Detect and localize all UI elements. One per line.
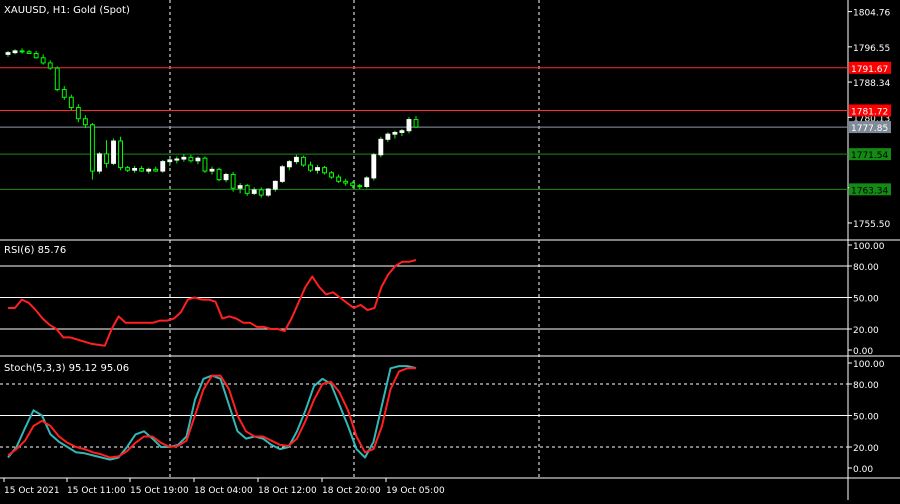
candle-body: [97, 153, 102, 172]
candle-body: [132, 167, 138, 171]
price-level-label: 1791.67: [851, 65, 888, 75]
indicator-tick-label: 100.00: [853, 360, 885, 370]
chart-canvas[interactable]: 100.00 80.00 50.00 20.00 0.00 100.00 80.00 50.…: [0, 0, 900, 500]
indicator-tick-label: 20.00: [853, 326, 879, 336]
indicator-tick-label: 0.00: [853, 347, 873, 357]
indicator-tick-label: 80.00: [853, 381, 879, 391]
price-level-label: 1763.34: [851, 186, 888, 196]
chart-background: [0, 0, 900, 500]
candle-body: [343, 180, 349, 184]
candle-body: [265, 188, 271, 196]
candle-body: [202, 157, 208, 172]
candle-body: [174, 158, 180, 161]
time-tick-label: 18 Oct 20:00: [322, 486, 381, 496]
price-tick-label: 1796.55: [853, 44, 890, 54]
price-tick-label: 1788.34: [853, 79, 890, 89]
candle-body: [68, 96, 74, 109]
price-level-label: 1781.72: [851, 107, 888, 117]
candle-body: [322, 167, 327, 174]
candle-body: [195, 157, 201, 162]
candle-body: [111, 140, 116, 164]
indicator-tick-label: 20.00: [853, 444, 879, 454]
candle-body: [5, 52, 11, 55]
candle-body: [61, 89, 67, 98]
candle-body: [364, 177, 370, 188]
candle-body: [301, 156, 306, 166]
main-chart-title: XAUUSD, H1: Gold (Spot): [4, 5, 130, 16]
candle-body: [19, 50, 25, 53]
time-tick-label: 18 Oct 12:00: [258, 486, 317, 496]
candle-body: [153, 168, 159, 172]
time-tick-label: 15 Oct 2021: [4, 486, 60, 496]
candle-body: [251, 189, 257, 194]
candle-body: [89, 124, 95, 172]
indicator-tick-label: 50.00: [853, 295, 879, 305]
candle-body: [104, 153, 109, 164]
candle-body: [47, 62, 53, 69]
candle-body: [315, 167, 320, 171]
time-tick-label: 15 Oct 11:00: [67, 486, 126, 496]
candle-body: [26, 51, 32, 54]
candle-body: [329, 172, 335, 178]
candle-body: [413, 119, 419, 128]
candle-body: [188, 156, 194, 162]
candle-body: [406, 119, 412, 132]
candle-body: [279, 166, 285, 182]
candle-body: [82, 118, 88, 126]
time-tick-label: 19 Oct 05:00: [386, 486, 445, 496]
candle-body: [392, 131, 398, 135]
time-tick-label: 15 Oct 19:00: [130, 486, 189, 496]
candle-body: [216, 168, 222, 181]
stoch-title: Stoch(5,3,3) 95.12 95.06: [4, 363, 129, 374]
candle-body: [230, 173, 236, 189]
candle-body: [33, 52, 39, 59]
rsi-title: RSI(6) 85.76: [4, 245, 66, 256]
candle-body: [272, 180, 278, 190]
time-tick-label: 18 Oct 04:00: [194, 486, 253, 496]
price-level-label: 1771.54: [851, 151, 888, 161]
candle-body: [160, 161, 166, 172]
candle-body: [146, 168, 152, 172]
candle-body: [118, 140, 123, 169]
candle-body: [336, 176, 342, 182]
candle-body: [286, 161, 292, 168]
candle-body: [209, 168, 215, 172]
candle-body: [167, 159, 173, 163]
candle-body: [12, 50, 18, 54]
price-tick-label: 1755.50: [853, 220, 890, 230]
candle-body: [378, 138, 384, 156]
trading-chart[interactable]: 100.00 80.00 50.00 20.00 0.00 100.00 80.00 50.…: [0, 0, 900, 500]
candle-body: [40, 57, 46, 64]
indicator-tick-label: 0.00: [853, 465, 873, 475]
candle-body: [357, 185, 363, 188]
candle-body: [75, 107, 81, 120]
candle-body: [258, 189, 264, 196]
candle-body: [385, 133, 391, 140]
candle-body: [54, 67, 60, 91]
candle-body: [371, 154, 377, 179]
candle-body: [223, 173, 229, 181]
candle-body: [237, 185, 243, 189]
candle-body: [308, 164, 313, 171]
indicator-tick-label: 80.00: [853, 263, 879, 273]
candle-body: [139, 167, 145, 172]
candle-body: [399, 130, 405, 133]
candle-body: [293, 156, 299, 163]
indicator-tick-label: 100.00: [853, 242, 885, 252]
candle-body: [125, 167, 131, 171]
price-level-label: 1777.85: [851, 124, 888, 134]
candle-body: [181, 156, 187, 160]
price-tick-label: 1804.76: [853, 9, 890, 19]
indicator-tick-label: 50.00: [853, 413, 879, 423]
candle-body: [350, 182, 356, 187]
candle-body: [244, 185, 250, 194]
